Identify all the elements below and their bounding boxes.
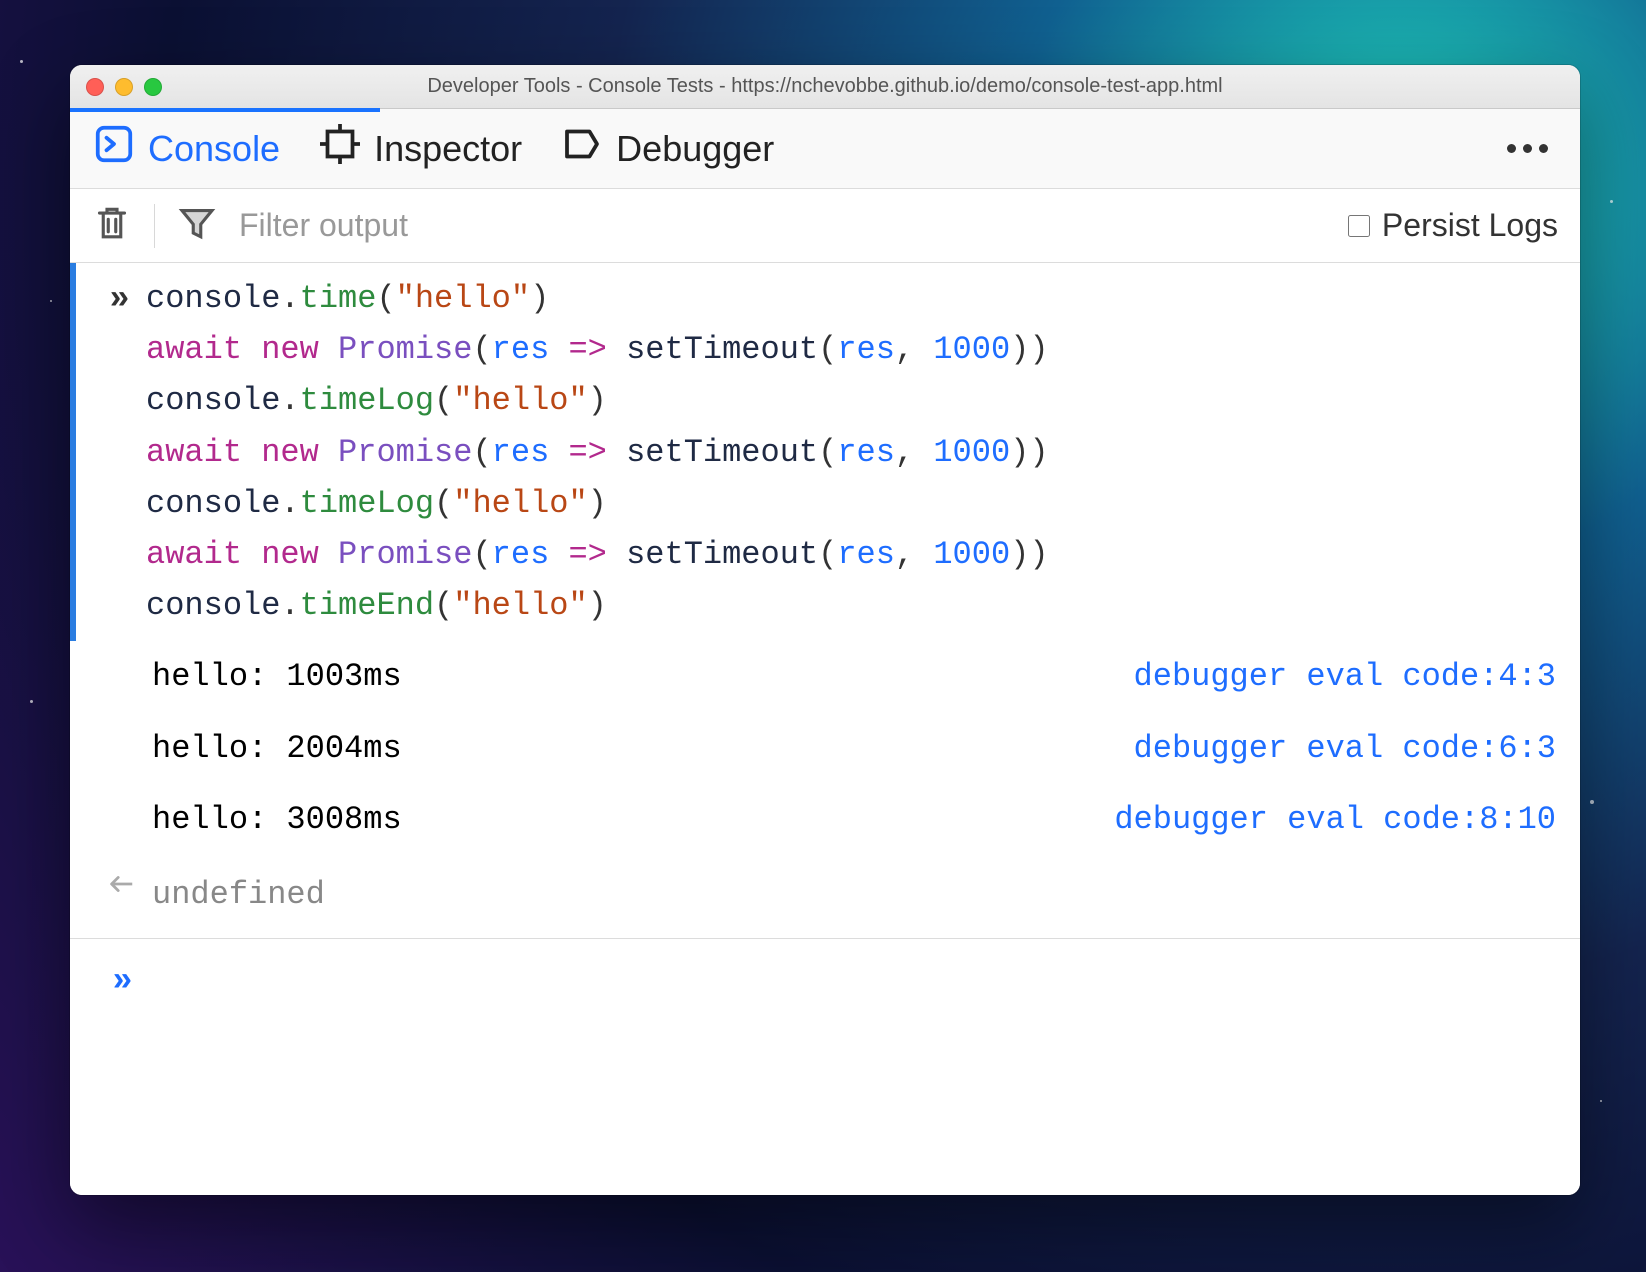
log-gutter: [90, 723, 152, 774]
console-log-row: hello: 3008msdebugger eval code:8:10: [70, 784, 1580, 855]
persist-logs-label: Persist Logs: [1382, 207, 1558, 244]
console-return-row: undefined: [70, 855, 1580, 939]
close-window-button[interactable]: [86, 78, 104, 96]
log-source-link[interactable]: debugger eval code:6:3: [1134, 723, 1556, 774]
window-title: Developer Tools - Console Tests - https:…: [70, 75, 1580, 98]
log-source-link[interactable]: debugger eval code:8:10: [1114, 794, 1556, 845]
console-toolbar: Persist Logs: [70, 189, 1580, 263]
devtools-window: Developer Tools - Console Tests - https:…: [70, 65, 1580, 1195]
return-arrow-icon: [90, 869, 152, 920]
prompt-icon: »: [90, 955, 152, 1009]
tab-debugger[interactable]: Debugger: [562, 124, 774, 173]
tab-inspector-label: Inspector: [374, 128, 522, 170]
tab-console-label: Console: [148, 128, 280, 170]
log-message: hello: 1003ms: [152, 651, 1134, 702]
trash-icon: [92, 203, 132, 243]
tab-debugger-label: Debugger: [616, 128, 774, 170]
persist-logs-checkbox[interactable]: [1348, 215, 1370, 237]
devtools-tabstrip: Console Inspector Debugger: [70, 109, 1580, 189]
console-input-echo: » console.time("hello") await new Promis…: [70, 263, 1580, 641]
console-icon: [94, 124, 134, 173]
overflow-menu-button[interactable]: [1507, 144, 1556, 153]
log-source-link[interactable]: debugger eval code:4:3: [1134, 651, 1556, 702]
console-prompt-row[interactable]: »: [70, 939, 1580, 1025]
tab-console[interactable]: Console: [94, 124, 280, 173]
console-output[interactable]: » console.time("hello") await new Promis…: [70, 263, 1580, 1195]
debugger-icon: [562, 124, 602, 173]
input-prompt-icon: »: [90, 273, 146, 631]
filter-input[interactable]: [239, 207, 1326, 244]
log-message: hello: 3008ms: [152, 794, 1114, 845]
input-code: console.time("hello") await new Promise(…: [146, 273, 1560, 631]
toolbar-divider: [154, 204, 155, 248]
console-input[interactable]: [152, 955, 1560, 1009]
tab-inspector[interactable]: Inspector: [320, 124, 522, 173]
log-message: hello: 2004ms: [152, 723, 1134, 774]
log-gutter: [90, 794, 152, 845]
active-tab-indicator: [70, 108, 380, 112]
clear-console-button[interactable]: [92, 203, 132, 248]
titlebar[interactable]: Developer Tools - Console Tests - https:…: [70, 65, 1580, 109]
funnel-icon: [177, 203, 217, 243]
console-log-row: hello: 2004msdebugger eval code:6:3: [70, 713, 1580, 784]
inspector-icon: [320, 124, 360, 173]
console-log-row: hello: 1003msdebugger eval code:4:3: [70, 641, 1580, 712]
return-value: undefined: [152, 869, 1560, 920]
zoom-window-button[interactable]: [144, 78, 162, 96]
persist-logs-toggle[interactable]: Persist Logs: [1348, 207, 1558, 244]
filter-button[interactable]: [177, 203, 217, 248]
log-gutter: [90, 651, 152, 702]
minimize-window-button[interactable]: [115, 78, 133, 96]
